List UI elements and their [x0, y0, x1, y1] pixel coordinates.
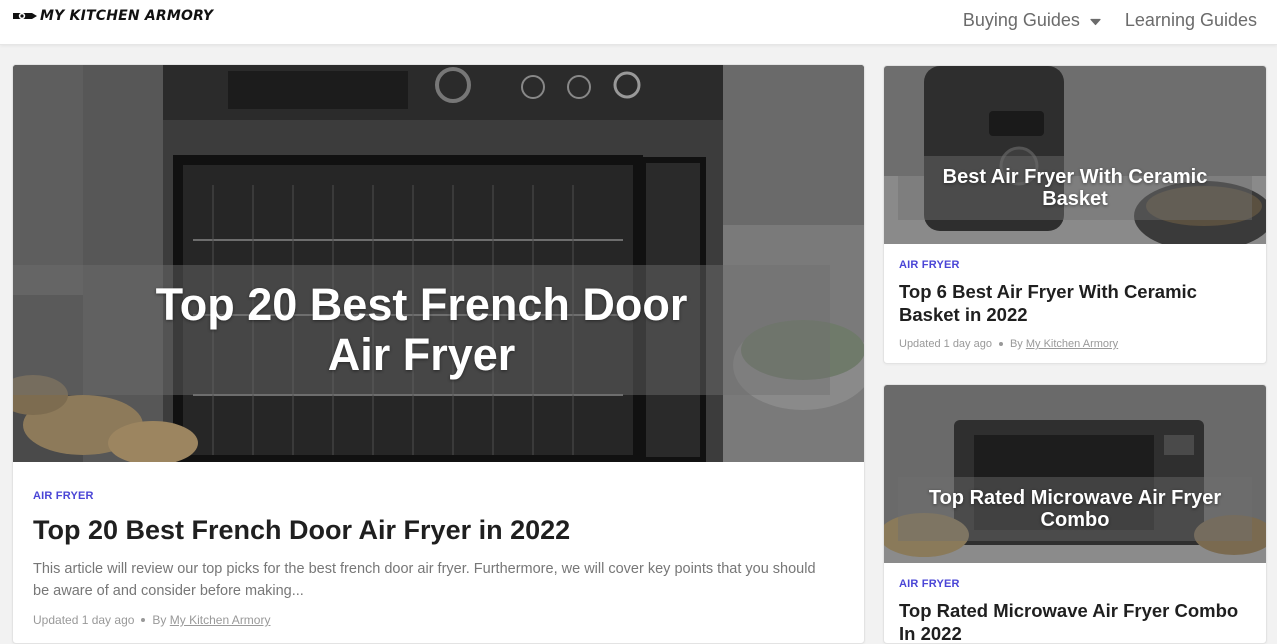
- nav-learning-guides[interactable]: Learning Guides: [1125, 10, 1257, 31]
- featured-post-excerpt: This article will review our top picks f…: [33, 561, 816, 599]
- side-post-card[interactable]: Top Rated Microwave Air Fryer Combo AIR …: [883, 384, 1267, 644]
- updated-time: Updated 1 day ago: [899, 338, 992, 350]
- category-tag[interactable]: AIR FRYER: [899, 259, 960, 271]
- side-post-title[interactable]: Top Rated Microwave Air Fryer Combo In 2…: [899, 599, 1251, 643]
- nav-learning-guides-label: Learning Guides: [1124, 9, 1257, 30]
- side-image-overlay-title: Top Rated Microwave Air Fryer Combo: [898, 477, 1252, 541]
- post-meta: Updated 1 day ago By My Kitchen Armory: [899, 338, 1251, 350]
- by-label: By: [1009, 338, 1023, 350]
- site-logo[interactable]: MY KITCHEN ARMORY: [12, 6, 213, 26]
- side-post-card[interactable]: Best Air Fryer With Ceramic Basket AIR F…: [883, 65, 1267, 364]
- featured-post-image[interactable]: Top 20 Best French Door Air Fryer: [13, 65, 864, 462]
- featured-post-card[interactable]: Top 20 Best French Door Air Fryer AIR FR…: [12, 64, 865, 644]
- post-meta: Updated 1 day ago By My Kitchen Armory: [33, 613, 844, 627]
- side-post-image[interactable]: Top Rated Microwave Air Fryer Combo: [884, 385, 1266, 563]
- category-tag[interactable]: AIR FRYER: [33, 490, 94, 502]
- site-header: MY KITCHEN ARMORY Buying Guides Learning…: [0, 0, 1277, 45]
- featured-post-title[interactable]: Top 20 Best French Door Air Fryer in 202…: [33, 515, 844, 546]
- featured-post-body: AIR FRYER Top 20 Best French Door Air Fr…: [13, 462, 864, 627]
- updated-time: Updated 1 day ago: [33, 613, 135, 627]
- logo-text: MY KITCHEN ARMORY: [40, 8, 214, 24]
- by-label: By: [152, 613, 167, 627]
- main-nav: Buying Guides Learning Guides: [963, 8, 1257, 32]
- category-tag[interactable]: AIR FRYER: [899, 578, 960, 590]
- side-post-image[interactable]: Best Air Fryer With Ceramic Basket: [884, 66, 1266, 244]
- side-post-body: AIR FRYER Top Rated Microwave Air Fryer …: [884, 563, 1266, 643]
- meta-separator: [998, 342, 1003, 346]
- side-post-title[interactable]: Top 6 Best Air Fryer With Ceramic Basket…: [899, 280, 1251, 326]
- nav-buying-guides[interactable]: Buying Guides: [963, 10, 1101, 31]
- nav-buying-guides-label: Buying Guides: [962, 9, 1080, 30]
- author-link[interactable]: My Kitchen Armory: [170, 613, 271, 627]
- french-door-air-fryer-photo: [13, 65, 864, 462]
- side-image-overlay-title: Best Air Fryer With Ceramic Basket: [898, 156, 1252, 220]
- featured-image-overlay-title: Top 20 Best French Door Air Fryer: [13, 265, 830, 395]
- author-link[interactable]: My Kitchen Armory: [1026, 338, 1118, 350]
- side-post-body: AIR FRYER Top 6 Best Air Fryer With Cera…: [884, 244, 1266, 350]
- meta-separator: [141, 618, 146, 622]
- logo-knife-icon: [13, 12, 37, 20]
- chevron-down-icon: [1090, 18, 1101, 25]
